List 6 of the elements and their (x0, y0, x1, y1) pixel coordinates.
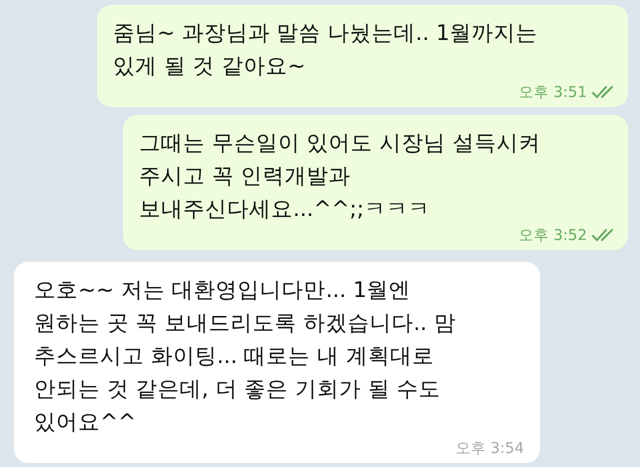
message-text: 오호~~ 저는 대환영입니다만... 1월엔 원하는 곳 꼭 보내드리도록 하겠습니다.. 맘 추스르시고 화이팅... 때로는 내 계획대로 안되는 것 같은데, 더 좋은 기회가 될 수도 있어요^^ (34, 277, 456, 437)
message-text: 그때는 무슨일이 있어도 시장님 설득시켜 주시고 꼭 인력개발과 보내주신다세요...^^;;ㅋㅋㅋ (139, 130, 540, 224)
message-text: 줌님~ 과장님과 말씀 나눴는데.. 1월까지는 있게 될 것 같아요~ (113, 20, 538, 81)
message-time: 오후 3:52 (518, 226, 587, 244)
message-time: 오후 3:51 (518, 83, 587, 101)
message-time: 오후 3:54 (456, 439, 524, 457)
